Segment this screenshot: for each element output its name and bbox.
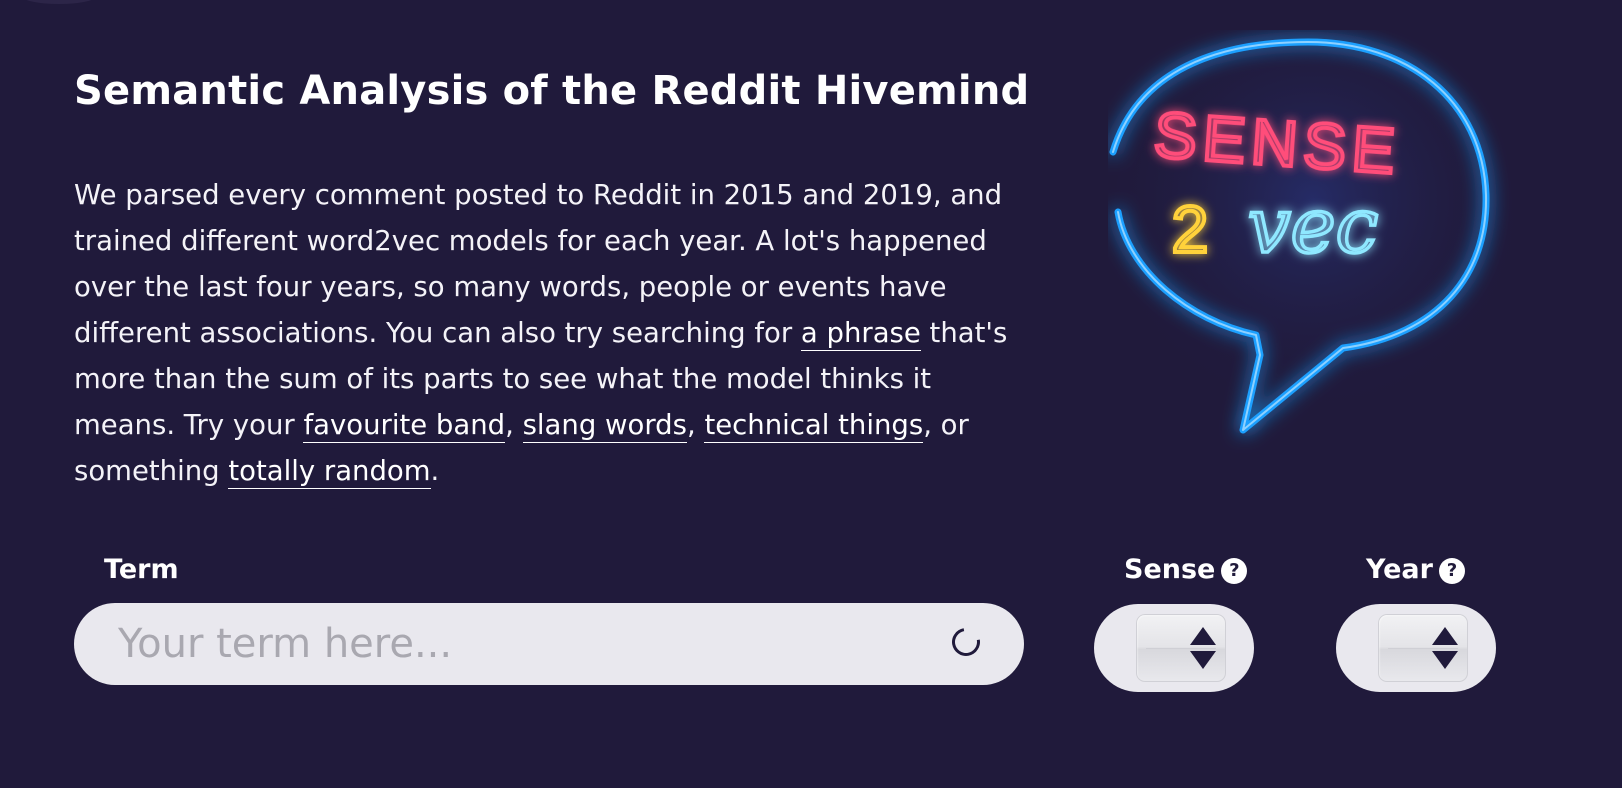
year-label-group: Year? [1366, 552, 1465, 588]
sense-select-control[interactable] [1136, 614, 1226, 682]
intro-separator-2: , [686, 409, 705, 441]
link-totally-random[interactable]: totally random [228, 455, 431, 489]
year-select-control[interactable] [1378, 614, 1468, 682]
select-arrows-icon [1188, 627, 1218, 669]
spinner-icon [946, 622, 986, 662]
term-field[interactable] [74, 603, 1024, 685]
term-input[interactable] [118, 603, 918, 685]
sense-label-group: Sense? [1124, 552, 1248, 588]
logo-vec-text: vec [1248, 181, 1378, 270]
term-label: Term [104, 554, 179, 585]
intro-paragraph: We parsed every comment posted to Reddit… [74, 172, 1034, 494]
help-icon[interactable]: ? [1221, 558, 1248, 584]
sense-select[interactable] [1094, 604, 1254, 692]
corner-decoration [20, 0, 98, 4]
year-select[interactable] [1336, 604, 1496, 692]
arrow-down-icon [1432, 651, 1458, 669]
sense-label: Sense [1124, 554, 1216, 585]
year-label: Year [1366, 554, 1433, 585]
intro-text-4: . [430, 455, 440, 487]
arrow-down-icon [1190, 651, 1216, 669]
link-favourite-band[interactable]: favourite band [303, 409, 506, 443]
link-a-phrase[interactable]: a phrase [800, 317, 921, 351]
logo-two-text: 2 [1172, 192, 1209, 266]
select-arrows-icon [1430, 627, 1460, 669]
intro-separator-1: , [505, 409, 523, 441]
page-title: Semantic Analysis of the Reddit Hivemind [74, 68, 1030, 114]
link-technical-things[interactable]: technical things [704, 409, 924, 443]
arrow-up-icon [1190, 627, 1216, 645]
help-icon[interactable]: ? [1438, 558, 1465, 584]
arrow-up-icon [1432, 627, 1458, 645]
sense2vec-logo: SENSE 2 vec [1109, 30, 1513, 434]
link-slang-words[interactable]: slang words [522, 409, 687, 443]
